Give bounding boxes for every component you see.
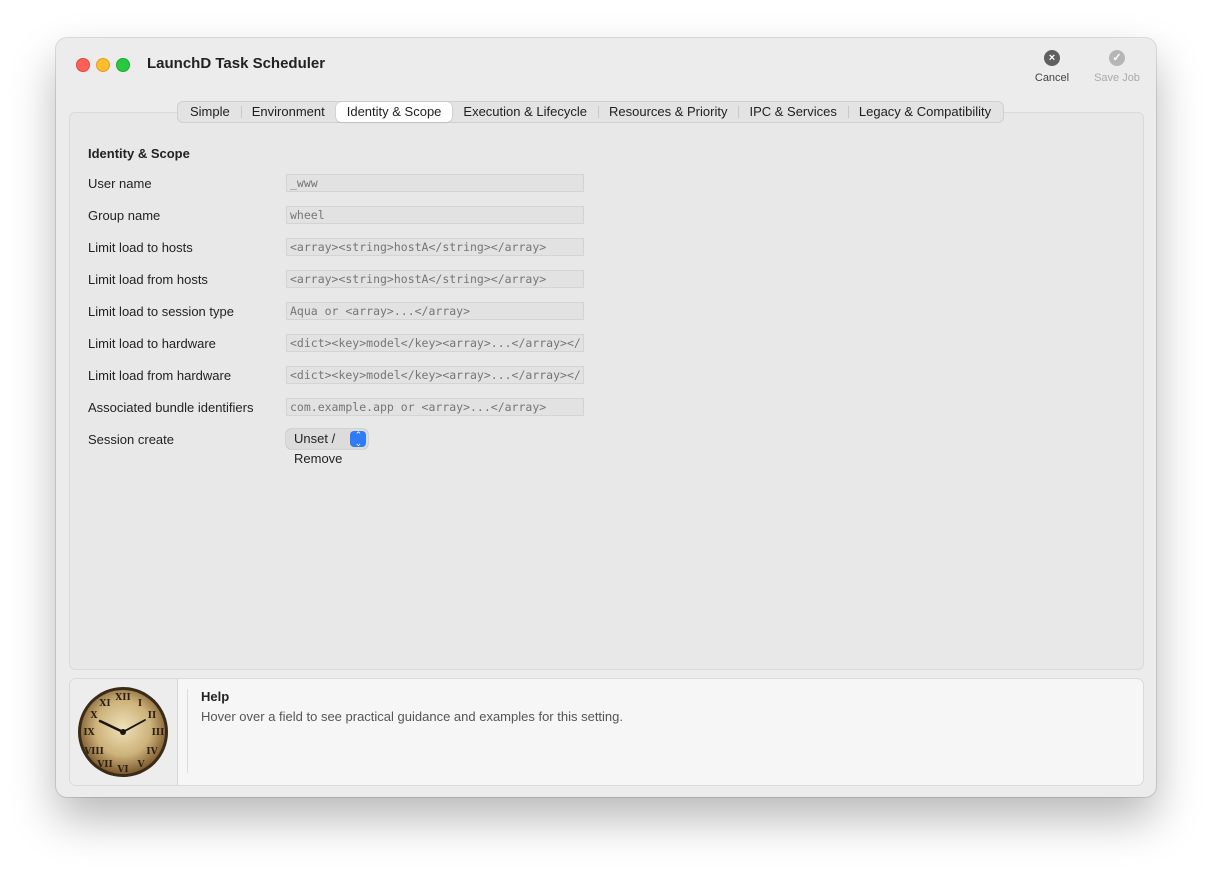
up-down-chevron-icon: ⌃ ⌄ bbox=[350, 431, 367, 448]
limit-load-to-session-type-input[interactable] bbox=[286, 302, 584, 320]
tab-identity-scope[interactable]: Identity & Scope bbox=[335, 102, 453, 122]
vintage-wall-clock-icon: XII VI IX III I II IV V VII VIII X XI bbox=[70, 679, 178, 785]
session-create-select[interactable]: Unset / Remove ⌃ ⌄ bbox=[286, 429, 369, 466]
tab-simple[interactable]: Simple bbox=[179, 102, 241, 122]
svg-text:V: V bbox=[137, 760, 146, 770]
checkmark-circle-icon: ✓ bbox=[1109, 50, 1125, 66]
save-job-label: Save Job bbox=[1094, 72, 1140, 84]
minimize-window-button[interactable] bbox=[96, 58, 110, 72]
svg-text:VI: VI bbox=[116, 765, 128, 775]
cancel-button[interactable]: × Cancel bbox=[1017, 50, 1087, 84]
select-value: Unset / Remove bbox=[294, 431, 343, 466]
cancel-label: Cancel bbox=[1034, 72, 1070, 84]
section-title: Identity & Scope bbox=[88, 146, 190, 161]
close-window-button[interactable] bbox=[76, 58, 90, 72]
window-title: LaunchD Task Scheduler bbox=[147, 55, 326, 72]
svg-text:IV: IV bbox=[146, 747, 158, 757]
tab-bar: Simple Environment Identity & Scope Exec… bbox=[177, 101, 1005, 123]
svg-text:VIII: VIII bbox=[83, 747, 104, 757]
svg-text:XII: XII bbox=[115, 693, 130, 703]
zoom-window-button[interactable] bbox=[116, 58, 130, 72]
help-panel: XII VI IX III I II IV V VII VIII X XI He… bbox=[69, 678, 1144, 786]
svg-text:X: X bbox=[91, 711, 98, 721]
associated-bundle-identifiers-input[interactable] bbox=[286, 398, 584, 416]
group-name-input[interactable] bbox=[286, 206, 584, 224]
user-name-input[interactable] bbox=[286, 174, 584, 192]
content-panel bbox=[69, 112, 1144, 670]
svg-text:VII: VII bbox=[96, 760, 112, 770]
field-label: Limit load to hardware bbox=[88, 336, 216, 351]
app-window: LaunchD Task Scheduler × Cancel ✓ Save J… bbox=[56, 38, 1156, 797]
tab-resources-priority[interactable]: Resources & Priority bbox=[597, 102, 738, 122]
tab-ipc-services[interactable]: IPC & Services bbox=[738, 102, 847, 122]
save-job-button[interactable]: ✓ Save Job bbox=[1082, 50, 1152, 84]
field-label: User name bbox=[88, 176, 152, 191]
field-label: Group name bbox=[88, 208, 161, 223]
svg-text:IX: IX bbox=[83, 728, 94, 738]
limit-load-from-hardware-input[interactable] bbox=[286, 366, 584, 384]
tab-execution-lifecycle[interactable]: Execution & Lifecycle bbox=[452, 102, 598, 122]
svg-text:XI: XI bbox=[99, 699, 110, 709]
field-label: Limit load from hosts bbox=[88, 272, 208, 287]
limit-load-from-hosts-input[interactable] bbox=[286, 270, 584, 288]
limit-load-to-hardware-input[interactable] bbox=[286, 334, 584, 352]
svg-text:II: II bbox=[148, 711, 156, 721]
tab-environment[interactable]: Environment bbox=[240, 102, 336, 122]
help-title: Help bbox=[201, 689, 230, 704]
tab-legacy-compatibility[interactable]: Legacy & Compatibility bbox=[847, 102, 1002, 122]
limit-load-to-hosts-input[interactable] bbox=[286, 238, 584, 256]
close-circle-icon: × bbox=[1044, 50, 1060, 66]
svg-text:III: III bbox=[152, 728, 165, 738]
field-label: Limit load to hosts bbox=[88, 240, 193, 255]
field-label: Limit load from hardware bbox=[88, 368, 232, 383]
titlebar: LaunchD Task Scheduler × Cancel ✓ Save J… bbox=[56, 38, 1156, 96]
field-label: Limit load to session type bbox=[88, 304, 234, 319]
help-text: Hover over a field to see practical guid… bbox=[201, 709, 624, 724]
svg-text:I: I bbox=[138, 699, 142, 709]
help-divider bbox=[187, 689, 188, 773]
field-label: Associated bundle identifiers bbox=[88, 400, 254, 415]
field-label: Session create bbox=[88, 432, 174, 447]
